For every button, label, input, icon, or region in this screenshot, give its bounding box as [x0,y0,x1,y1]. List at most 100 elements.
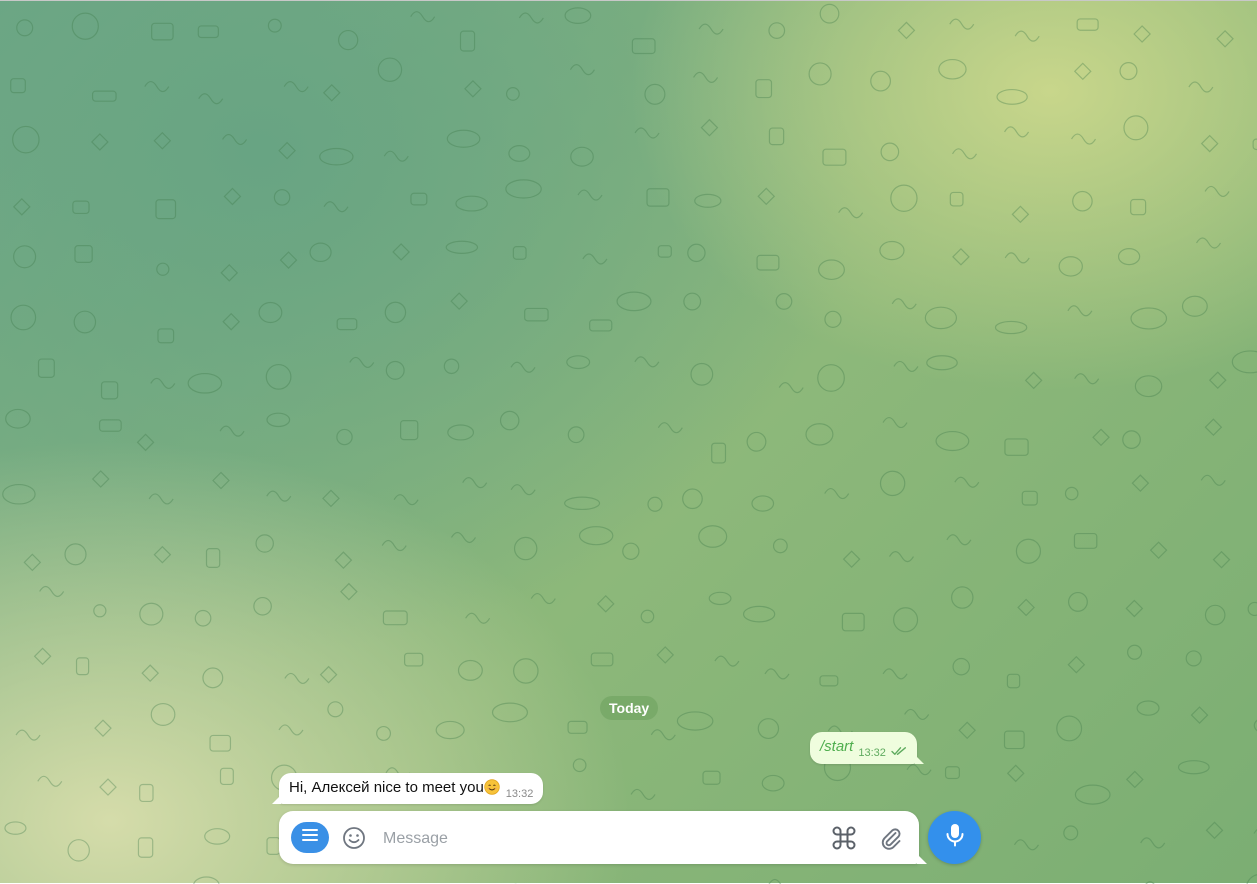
doodle-shape [266,412,291,428]
doodle-shape [756,254,780,271]
double-check-icon [891,743,907,761]
incoming-message[interactable]: Hi, Алексей nice to meet you 13:32 [272,773,544,804]
doodle-shape [746,431,767,452]
message-text: /start [820,737,854,755]
doodle-shape [319,147,354,166]
doodle-shape [906,764,932,776]
doodle-shape [148,493,174,505]
doodle-shape [392,243,410,261]
doodle-shape [882,668,908,680]
commands-button[interactable] [830,824,858,852]
doodle-shape [253,596,272,616]
doodle-shape [952,657,971,676]
doodle-shape [382,610,408,626]
doodle-shape [530,592,556,605]
doodle-shape [1003,730,1025,750]
doodle-shape [435,720,465,740]
doodle-shape [150,377,176,390]
doodle-shape [949,18,975,30]
doodle-shape [465,612,491,624]
doodle-shape [714,655,740,667]
doodle-shape [144,80,170,93]
doodle-shape [508,145,531,162]
doodle-shape [1212,550,1231,569]
date-separator: Today [600,696,659,720]
doodle-shape [1125,770,1144,789]
message-composer [279,811,927,864]
doodle-shape [958,721,977,740]
doodle-shape [94,719,112,738]
doodle-shape [1130,307,1168,330]
doodle-shape [897,21,916,40]
doodle-shape [1067,655,1086,674]
doodle-shape [656,646,675,664]
doodle-shape [590,652,614,667]
doodle-shape [393,494,419,506]
doodle-shape [566,355,591,370]
doodle-shape [824,487,850,500]
doodle-shape [205,548,221,568]
doodle-shape [949,191,964,207]
doodle-shape [1204,604,1226,626]
doodle-shape [266,837,281,855]
doodle-shape [1200,474,1226,486]
doodle-shape [219,767,234,786]
doodle-shape [16,19,34,37]
doodle-shape [952,247,970,266]
doodle-shape [278,141,296,160]
doodle-shape [572,758,587,773]
doodle-shape [1136,700,1160,716]
doodle-shape [622,542,640,560]
doodle-shape [23,553,42,572]
doodle-shape [768,22,786,39]
doodle-shape [1092,428,1110,447]
emoji-button[interactable] [341,825,367,851]
doodle-shape [1014,30,1040,42]
doodle-shape [1123,115,1149,141]
doodle-shape [385,360,405,380]
doodle-shape [694,193,722,208]
doodle-shape [75,657,90,676]
doodle-shape [464,79,482,98]
doodle-shape [893,607,919,633]
doodle-shape [1068,591,1088,612]
doodle-shape [265,363,292,390]
doodle-shape [646,188,670,207]
doodle-shape [1006,673,1021,689]
doodle-shape [761,774,785,792]
doodle-shape [309,242,332,263]
doodle-shape [13,245,37,269]
doodle-shape [891,298,917,310]
doodle-shape [808,62,832,86]
doodle-shape [1021,490,1038,506]
doodle-shape [462,477,488,489]
outgoing-message[interactable]: /start 13:32 [810,732,924,764]
doodle-shape [650,729,676,741]
doodle-shape [100,381,119,400]
doodle-shape [450,531,477,544]
doodle-shape [71,12,99,40]
doodle-shape [67,839,90,862]
doodle-shape [698,525,728,548]
message-input[interactable] [381,825,815,853]
menu-button[interactable] [291,822,329,853]
doodle-shape [499,410,520,431]
doodle-shape [198,93,224,105]
doodle-shape [1200,134,1219,153]
doodle-shape [938,58,967,80]
doodle-shape [1231,350,1257,374]
doodle-shape [197,25,219,39]
doodle-shape [564,496,601,511]
doodle-shape [996,88,1028,105]
voice-message-button[interactable] [928,811,981,864]
doodle-shape [596,594,615,613]
doodle-shape [702,770,721,785]
doodle-shape [150,702,176,726]
doodle-shape [446,129,481,148]
doodle-shape [880,142,900,162]
doodle-shape [400,419,419,441]
attach-button[interactable] [877,824,905,852]
doodle-shape [327,701,344,718]
doodle-shape [1133,25,1151,43]
doodle-shape [98,419,122,432]
